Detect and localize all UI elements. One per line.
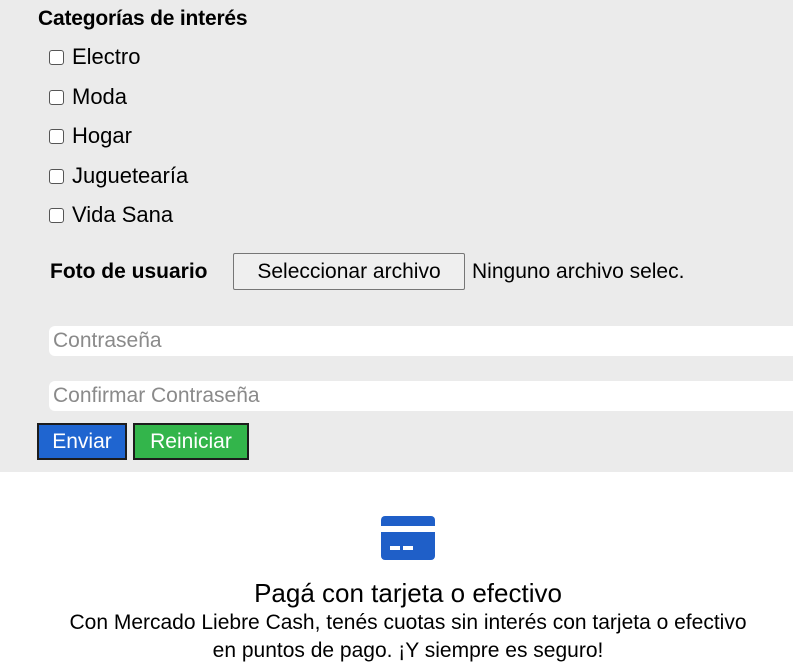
photo-label: Foto de usuario xyxy=(50,260,208,283)
select-file-button[interactable]: Seleccionar archivo xyxy=(233,253,465,290)
categories-title: Categorías de interés xyxy=(38,7,248,30)
category-moda[interactable]: Moda xyxy=(49,84,127,110)
checkbox-hogar[interactable] xyxy=(49,128,64,144)
checkbox-electro[interactable] xyxy=(49,49,64,65)
registration-form: Categorías de interés Electro Moda Hogar… xyxy=(0,0,793,472)
checkbox-jugueteria[interactable] xyxy=(49,168,64,184)
category-label: Moda xyxy=(72,84,128,109)
category-label: Vida Sana xyxy=(72,202,174,227)
checkbox-vida-sana[interactable] xyxy=(49,207,64,223)
category-hogar[interactable]: Hogar xyxy=(49,123,132,149)
promo-text-line-1: Con Mercado Liebre Cash, tenés cuotas si… xyxy=(69,611,747,634)
confirm-password-field[interactable] xyxy=(49,381,793,411)
category-jugueteria[interactable]: Juguetearía xyxy=(49,163,188,189)
promo-text-line-2: en puntos de pago. ¡Y siempre es seguro! xyxy=(212,639,604,662)
promo-text: Con Mercado Liebre Cash, tenés cuotas si… xyxy=(0,609,793,665)
category-label: Hogar xyxy=(72,123,132,148)
promo-title: Pagá con tarjeta o efectivo xyxy=(254,578,562,608)
submit-button[interactable]: Enviar xyxy=(37,423,127,460)
checkbox-moda[interactable] xyxy=(49,89,64,105)
file-status: Ninguno archivo selec. xyxy=(472,260,685,283)
credit-card-icon xyxy=(381,516,435,560)
category-electro[interactable]: Electro xyxy=(49,44,140,70)
category-label: Juguetearía xyxy=(72,163,189,188)
password-field[interactable] xyxy=(49,326,793,356)
category-label: Electro xyxy=(72,44,141,69)
reset-button[interactable]: Reiniciar xyxy=(133,423,249,460)
category-vida-sana[interactable]: Vida Sana xyxy=(49,202,173,228)
